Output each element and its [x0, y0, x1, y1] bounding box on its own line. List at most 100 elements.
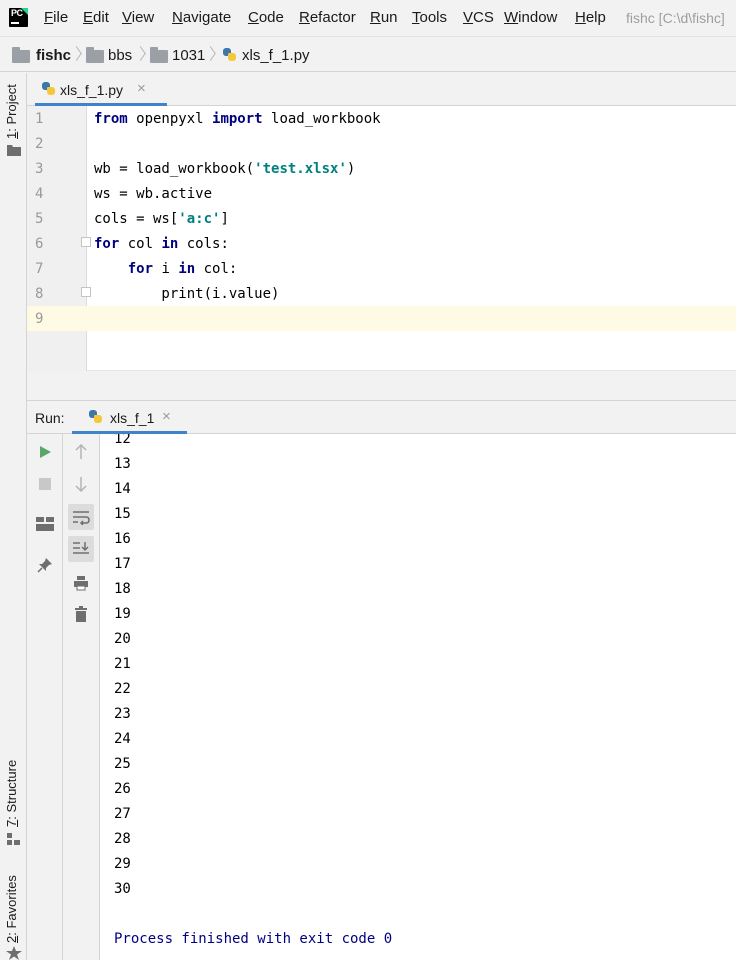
code-text: i [153, 261, 179, 277]
trash-icon [75, 606, 87, 622]
play-icon [40, 446, 51, 458]
fold-end-marker-icon[interactable] [81, 287, 91, 297]
menu-item-edit[interactable]: Edit [83, 9, 109, 26]
editor-tab-label: xls_f_1.py [60, 82, 124, 98]
code-line: ws = wb.active [94, 186, 212, 202]
output-line: 26 [114, 781, 131, 797]
soft-wrap-icon [73, 511, 90, 525]
code-text: col: [195, 261, 238, 277]
code-line: print(i.value) [94, 286, 279, 302]
code-string: 'test.xlsx' [254, 161, 347, 177]
stop-button[interactable] [32, 471, 58, 497]
breadcrumb-item-file[interactable]: xls_f_1.py [242, 47, 310, 64]
arrow-down-icon [75, 477, 87, 492]
breadcrumb-item-fishc[interactable]: fishc [36, 47, 71, 64]
restore-layout-button[interactable] [32, 511, 58, 537]
output-line: 18 [114, 581, 131, 597]
line-number: 5 [35, 211, 44, 227]
run-tab-label: xls_f_1 [110, 410, 155, 426]
project-tool-tab[interactable]: 1: Project [4, 84, 19, 139]
menu-mnemonic: H [575, 9, 586, 26]
pin-tab-button[interactable] [32, 552, 58, 578]
menu-item-window[interactable]: Window [504, 9, 557, 26]
menu-mnemonic: C [248, 9, 259, 26]
menu-mnemonic: W [504, 9, 519, 26]
output-line: 28 [114, 831, 131, 847]
pycharm-logo-icon: PC [9, 8, 28, 27]
exit-message: Process finished with exit code 0 [114, 931, 393, 947]
close-tab-icon[interactable]: × [137, 80, 146, 97]
structure-tool-tab[interactable]: 7: Structure [4, 760, 19, 827]
tab-xls-f-1-py[interactable]: xls_f_1.py × [35, 73, 167, 106]
breadcrumb-item-1031[interactable]: 1031 [172, 47, 205, 64]
tab-run-xls-f-1[interactable]: xls_f_1 × [72, 401, 187, 434]
scroll-down-button[interactable] [68, 471, 94, 497]
print-button[interactable] [68, 570, 94, 596]
output-line: 24 [114, 731, 131, 747]
logo-text: PC [11, 8, 23, 18]
output-line: 16 [114, 531, 131, 547]
code-text: wb = load_workbook( [94, 161, 255, 177]
line-number: 7 [35, 261, 44, 277]
code-keyword: in [161, 236, 179, 252]
output-line: 22 [114, 681, 131, 697]
run-panel-label: Run: [35, 410, 65, 426]
favorites-tool-tab[interactable]: 2: Favorites [4, 875, 19, 943]
scroll-up-button[interactable] [68, 439, 94, 465]
menu-item-run[interactable]: Run [370, 9, 398, 26]
scroll-to-end-toggle[interactable] [68, 536, 94, 562]
menu-item-tools[interactable]: Tools [412, 9, 447, 26]
breadcrumb-item-bbs[interactable]: bbs [108, 47, 132, 64]
clear-all-button[interactable] [68, 601, 94, 627]
rerun-button[interactable] [32, 439, 58, 465]
code-text: ] [220, 211, 229, 227]
line-number: 6 [35, 236, 44, 252]
python-file-icon [41, 81, 57, 97]
panel-divider[interactable] [27, 371, 736, 401]
output-line: 23 [114, 706, 131, 722]
menu-label-rest: elp [585, 9, 606, 26]
folder-icon [150, 47, 168, 63]
folder-icon [86, 47, 104, 63]
fold-marker-icon[interactable] [81, 237, 91, 247]
code-text: ws = wb.active [94, 186, 213, 202]
line-number: 3 [35, 161, 44, 177]
python-file-icon [222, 47, 238, 63]
menu-item-refactor[interactable]: Refactor [299, 9, 356, 26]
soft-wrap-toggle[interactable] [68, 504, 94, 530]
code-line: wb = load_workbook('test.xlsx') [94, 161, 355, 177]
menu-label-rest: iew [131, 9, 155, 26]
menu-item-help[interactable]: Help [575, 9, 606, 26]
menu-label-rest: dit [93, 9, 109, 26]
code-editor[interactable]: 1 2 3 4 5 6 7 8 9 from openpyxl import load_work… [27, 106, 736, 371]
line-number: 1 [35, 111, 44, 127]
menu-item-file[interactable]: File [44, 9, 68, 26]
menu-item-navigate[interactable]: Navigate [172, 9, 231, 26]
output-line: 12 [114, 434, 131, 447]
code-keyword: from [94, 111, 128, 127]
menu-item-code[interactable]: Code [248, 9, 284, 26]
menu-item-view[interactable]: View [122, 9, 154, 26]
menu-label-rest: un [380, 9, 398, 26]
menu-label-rest: ile [53, 9, 69, 26]
run-toolbar-secondary [63, 434, 100, 960]
run-panel-header: Run: xls_f_1 × [27, 401, 736, 434]
scroll-to-end-icon [73, 542, 89, 554]
code-text: ) [346, 161, 356, 177]
menu-mnemonic: N [172, 9, 183, 26]
menu-label-rest: indow [518, 9, 558, 26]
left-tool-strip: 1: Project 7: Structure 2: Favorites [0, 73, 27, 960]
output-line: 27 [114, 806, 131, 822]
code-text: col [119, 236, 162, 252]
menu-mnemonic: V [122, 9, 132, 26]
run-console-output[interactable]: 12 13 14 15 16 17 18 19 20 21 22 23 24 25 26 27 28 29 30 P… [100, 434, 736, 960]
chevron-right-icon [206, 45, 214, 65]
code-keyword: for [94, 236, 120, 252]
close-run-tab-icon[interactable]: × [162, 408, 171, 425]
code-line: for i in col: [94, 261, 238, 277]
output-line: 15 [114, 506, 131, 522]
code-text: print(i.value) [94, 286, 280, 302]
code-keyword: for [127, 261, 154, 277]
menu-item-vcs[interactable]: VCS [463, 9, 494, 26]
